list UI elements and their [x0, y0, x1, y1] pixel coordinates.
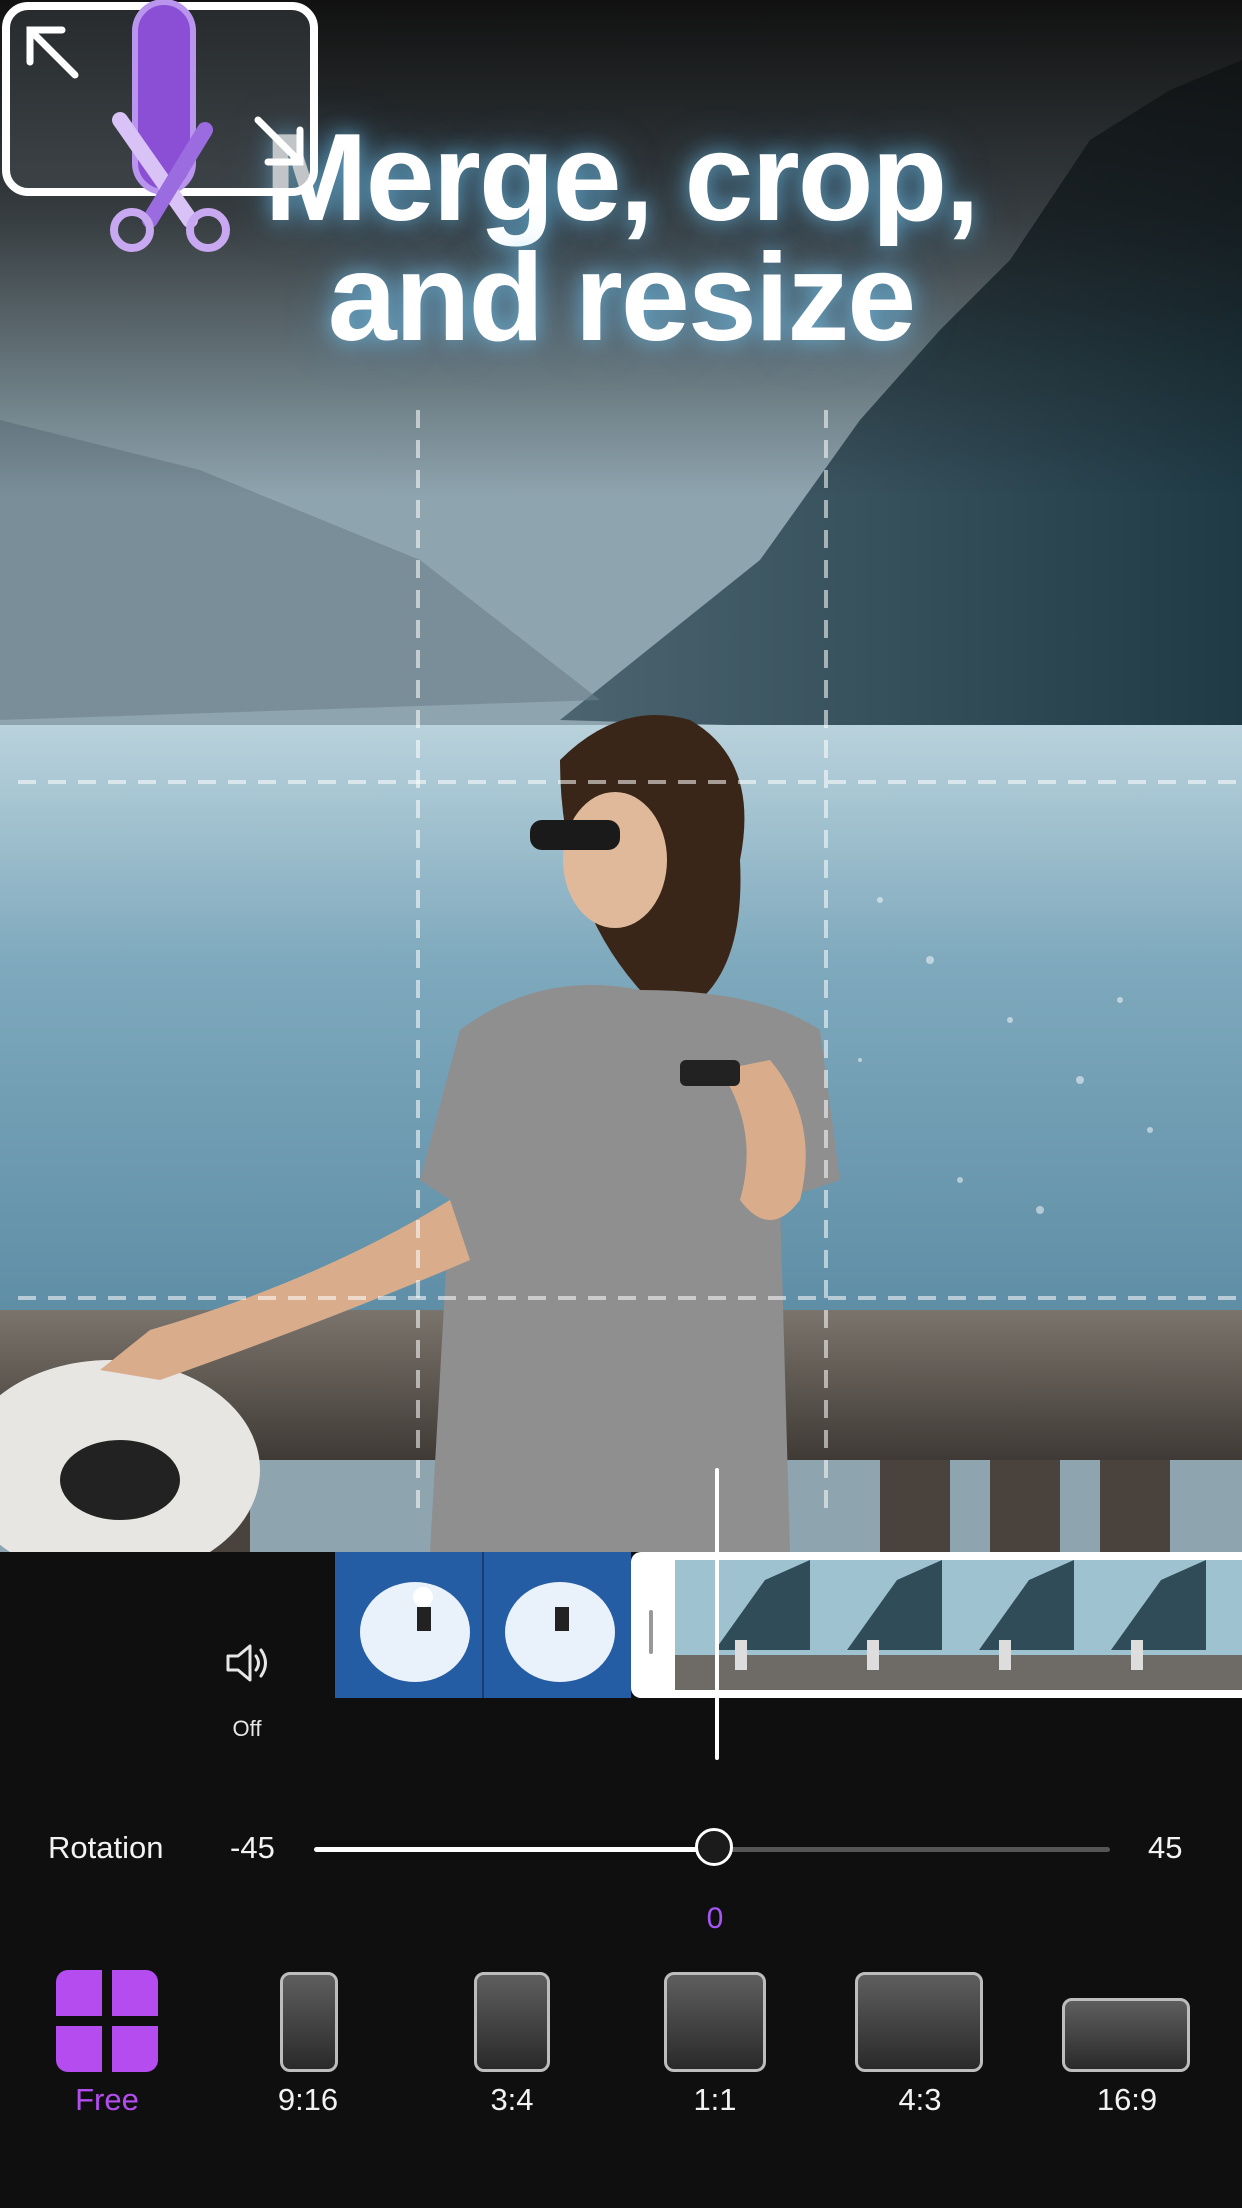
clip-skier[interactable] — [335, 1552, 631, 1698]
ratio-3-4-icon — [474, 1972, 550, 2072]
ratio-free[interactable]: Free — [0, 1960, 214, 2120]
ratio-4-3[interactable]: 4:3 — [808, 1960, 1032, 2120]
free-grid-icon — [56, 1970, 158, 2072]
ratio-3-4[interactable]: 3:4 — [402, 1960, 622, 2120]
rotation-slider-knob[interactable] — [695, 1828, 733, 1866]
clip-trim-handle[interactable] — [649, 1610, 653, 1654]
ratio-16-9[interactable]: 16:9 — [1032, 1960, 1242, 2120]
rotation-max: 45 — [1148, 1830, 1183, 1865]
rotation-value: 0 — [706, 1902, 724, 1935]
ratio-9-16[interactable]: 9:16 — [214, 1960, 402, 2120]
ratio-4-3-icon — [855, 1972, 983, 2072]
ratio-16-9-label: 16:9 — [1096, 2082, 1158, 2117]
ratio-1-1-icon — [664, 1972, 766, 2072]
audio-status-label: Off — [232, 1716, 262, 1741]
ratio-4-3-label: 4:3 — [898, 2082, 942, 2117]
timeline[interactable] — [0, 1552, 1242, 1762]
aspect-ratio-bar: Free 9:16 3:4 1:1 4:3 16:9 — [0, 1960, 1242, 2120]
ratio-1-1-label: 1:1 — [693, 2082, 737, 2117]
video-preview[interactable]: Merge, crop, and resize — [0, 0, 1242, 1552]
ratio-1-1[interactable]: 1:1 — [622, 1960, 808, 2120]
ratio-3-4-label: 3:4 — [490, 2082, 534, 2117]
rotation-min: -45 — [230, 1830, 275, 1865]
ratio-free-label: Free — [75, 2082, 139, 2117]
speaker-icon[interactable] — [222, 1638, 272, 1688]
rotation-label: Rotation — [48, 1830, 164, 1865]
playhead[interactable] — [715, 1468, 719, 1760]
ratio-9-16-icon — [280, 1972, 338, 2072]
ratio-9-16-label: 9:16 — [277, 2082, 339, 2117]
rotation-control: Rotation -45 45 — [0, 1820, 1242, 1880]
crop-resize-icon — [2, 0, 318, 252]
ratio-16-9-icon — [1062, 1998, 1190, 2072]
rotation-track[interactable] — [716, 1847, 1110, 1852]
clip-lake[interactable] — [631, 1552, 1242, 1698]
clip-lake-thumbnail — [675, 1560, 1242, 1690]
rotation-track-filled[interactable] — [314, 1847, 716, 1852]
clip-skier-thumbnail — [335, 1552, 631, 1698]
